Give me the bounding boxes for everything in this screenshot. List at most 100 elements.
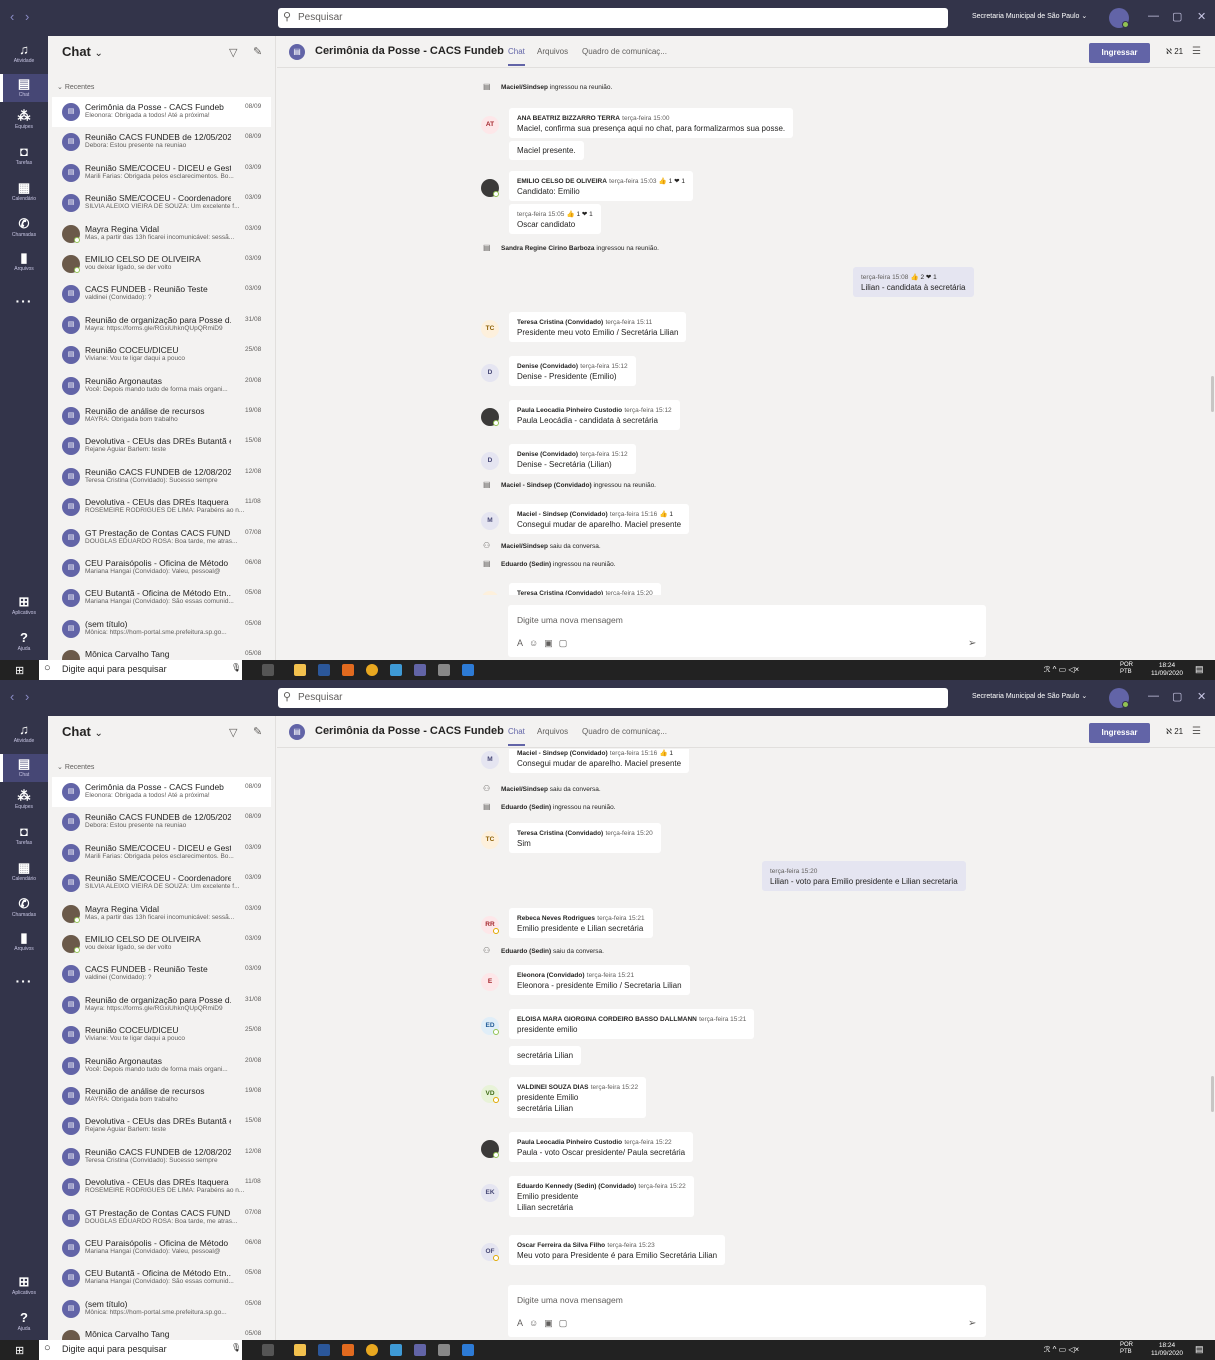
back-icon[interactable]: ‹ (10, 689, 14, 704)
app-icon[interactable] (438, 1344, 450, 1356)
scrollbar-thumb[interactable] (1211, 1076, 1214, 1112)
rail-item-aplicativos[interactable]: ⊞ Aplicativos (0, 1274, 48, 1302)
tab-arquivos[interactable]: Arquivos (537, 727, 568, 736)
send-icon[interactable]: ➢ (968, 638, 976, 649)
avatar[interactable]: EK (481, 1184, 499, 1202)
chat-list-item[interactable]: ▤ Reunião Argonautas Você: Depois mando tu… (52, 371, 271, 401)
chat-list-item[interactable]: ▤ Reunião SME/COCEU - DICEU e Gesto... Mar… (52, 838, 271, 868)
office-icon[interactable] (342, 664, 354, 676)
forward-icon[interactable]: › (25, 689, 29, 704)
participants-button[interactable]: ℵ 21 (1166, 727, 1183, 736)
avatar[interactable]: M (481, 512, 499, 530)
chat-list-title[interactable]: Chat ⌄ (62, 724, 103, 739)
message-bubble[interactable]: Rebeca Neves Rodrigues terça-feira 15:21… (509, 908, 653, 938)
maximize-icon[interactable]: ▢ (1172, 10, 1182, 23)
message-bubble[interactable]: Maciel presente. (509, 141, 584, 160)
chat-list-item[interactable]: ▤ Cerimônia da Posse - CACS Fundeb Eleonor… (52, 97, 271, 127)
chat-list-item[interactable]: ▤ Reunião de análise de recursos MAYRA: Ob… (52, 1081, 271, 1111)
join-button[interactable]: Ingressar (1089, 723, 1150, 743)
chat-list-item[interactable]: ▤ Devolutiva - CEUs das DREs Butantã e ..… (52, 431, 271, 461)
message-bubble[interactable]: Paula Leocadia Pinheiro Custodio terça-f… (509, 1132, 694, 1162)
microphone-icon[interactable]: 🎙 (231, 1343, 241, 1352)
chat-list-item[interactable]: EMILIO CELSO DE OLIVEIRA vou deixar ligad… (52, 249, 271, 279)
search-input[interactable]: ⚲ Pesquisar (278, 688, 948, 708)
avatar[interactable] (481, 1140, 499, 1158)
new-chat-icon[interactable]: ✎ (253, 725, 262, 738)
message-bubble[interactable]: Maciel - Sindsep (Convidado) terça-feira… (509, 749, 690, 773)
chat-list-item[interactable]: ▤ (sem título) Mônica: https://hom-portal.… (52, 1294, 271, 1324)
chat-list-item[interactable]: ▤ GT Prestação de Contas CACS FUNDE... DOU… (52, 523, 271, 553)
rail-item-equipes[interactable]: ⁂ Equipes (0, 788, 48, 816)
avatar[interactable]: TC (481, 831, 499, 849)
compose-box[interactable]: Digite uma nova mensagem A☺▣▢ ➢ (508, 1285, 986, 1337)
message-bubble[interactable]: Eduardo Kennedy (Sedin) (Convidado) terç… (509, 1176, 694, 1217)
more-apps-icon[interactable]: ··· (0, 293, 48, 309)
list-icon[interactable]: ☰ (1192, 46, 1201, 57)
rail-item-aplicativos[interactable]: ⊞ Aplicativos (0, 594, 48, 622)
compose-input[interactable]: Digite uma nova mensagem (517, 615, 623, 625)
section-recentes[interactable]: ⌄ Recentes (57, 83, 94, 91)
chat-list-item[interactable]: ▤ Reunião COCEU/DICEU Viviane: Vou te liga… (52, 340, 271, 370)
filter-icon[interactable]: ▽ (229, 726, 237, 739)
app2-icon[interactable] (462, 1344, 474, 1356)
message-bubble[interactable]: Teresa Cristina (Convidado) terça-feira … (509, 583, 661, 595)
gif-icon[interactable]: ▣ (544, 1318, 559, 1328)
chat-list-item[interactable]: ▤ Reunião de análise de recursos MAYRA: Ob… (52, 401, 271, 431)
chat-list-item[interactable]: ▤ Devolutiva - CEUs das DREs Butantã e ..… (52, 1111, 271, 1141)
chrome-icon[interactable] (366, 1344, 378, 1356)
notification-icon[interactable]: ▤ (1195, 1344, 1204, 1355)
tray-icons[interactable]: ℛ ^ ▭ ◁× (1044, 1345, 1079, 1354)
message-bubble[interactable]: Denise (Convidado) terça-feira 15:12 Den… (509, 356, 636, 386)
chat-list-item[interactable]: ▤ CEU Paraisópolis - Oficina de Método ..… (52, 553, 271, 583)
chat-list-item[interactable]: ▤ Reunião SME/COCEU - Coordenadore... SILV… (52, 188, 271, 218)
chat-list-item[interactable]: ▤ Devolutiva - CEUs das DREs Itaquera e..… (52, 1172, 271, 1202)
rail-item-ajuda[interactable]: ? Ajuda (0, 630, 48, 658)
chat-list-item[interactable]: ▤ CEU Paraisópolis - Oficina de Método ..… (52, 1233, 271, 1263)
avatar[interactable]: D (481, 364, 499, 382)
teams-icon[interactable] (414, 1344, 426, 1356)
avatar[interactable]: TC (481, 320, 499, 338)
join-button[interactable]: Ingressar (1089, 43, 1150, 63)
explorer-icon[interactable] (294, 664, 306, 676)
close-icon[interactable]: ✕ (1197, 690, 1206, 703)
tab-quadro[interactable]: Quadro de comunicaç... (582, 47, 667, 56)
message-bubble[interactable]: ELOISA MARA GIORGINA CORDEIRO BASSO DALL… (509, 1009, 755, 1039)
rail-item-chat[interactable]: ▤ Chat (0, 74, 48, 102)
avatar[interactable] (481, 408, 499, 426)
emoji-icon[interactable]: ☺ (529, 1318, 544, 1328)
forward-icon[interactable]: › (25, 9, 29, 24)
chat-list-item[interactable]: ▤ Cerimônia da Posse - CACS Fundeb Eleonor… (52, 777, 271, 807)
rail-item-tarefas[interactable]: ◘ Tarefas (0, 144, 48, 172)
rail-item-arquivos[interactable]: ▮ Arquivos (0, 250, 48, 278)
format-icon[interactable]: A (517, 638, 529, 648)
rail-item-chamadas[interactable]: ✆ Chamadas (0, 896, 48, 924)
rail-item-calendario[interactable]: ▦ Calendário (0, 180, 48, 208)
avatar[interactable]: M (481, 751, 499, 769)
chat-list-item[interactable]: ▤ CEU Butantã - Oficina de Método Etn... M… (52, 1263, 271, 1293)
language-indicator[interactable]: POR PTB (1120, 662, 1133, 676)
new-chat-icon[interactable]: ✎ (253, 45, 262, 58)
section-recentes[interactable]: ⌄ Recentes (57, 763, 94, 771)
message-bubble[interactable]: secretária Lilian (509, 1046, 582, 1065)
photos-icon[interactable] (390, 664, 402, 676)
chat-list-item[interactable]: ▤ Devolutiva - CEUs das DREs Itaquera e..… (52, 492, 271, 522)
tab-arquivos[interactable]: Arquivos (537, 47, 568, 56)
chat-list-title[interactable]: Chat ⌄ (62, 44, 103, 59)
taskbar-search[interactable]: ○ Digite aqui para pesquisar 🎙 (39, 660, 242, 680)
notification-icon[interactable]: ▤ (1195, 664, 1204, 675)
windows-start-icon[interactable]: ⊞ (15, 1344, 24, 1357)
rail-item-atividade[interactable]: ♫ Atividade (0, 42, 48, 72)
avatar[interactable]: ED (481, 1017, 499, 1035)
chat-list-item[interactable]: ▤ Reunião COCEU/DICEU Viviane: Vou te liga… (52, 1020, 271, 1050)
message-bubble[interactable]: Eleonora (Convidado) terça-feira 15:21 E… (509, 965, 690, 995)
chat-list-item[interactable]: ▤ Reunião SME/COCEU - DICEU e Gesto... Mar… (52, 158, 271, 188)
participants-button[interactable]: ℵ 21 (1166, 47, 1183, 56)
explorer-icon[interactable] (294, 1344, 306, 1356)
chat-list-item[interactable]: ▤ CACS FUNDEB - Reunião Teste valdinei (Co… (52, 279, 271, 309)
compose-box[interactable]: Digite uma nova mensagem A☺▣▢ ➢ (508, 605, 986, 657)
close-icon[interactable]: ✕ (1197, 10, 1206, 23)
chat-list-item[interactable]: ▤ Reunião CACS FUNDEB de 12/08/2020 Teresa… (52, 1142, 271, 1172)
own-message[interactable]: terça-feira 15:08 👍 2 ❤ 1 Lilian - candid… (853, 267, 974, 297)
avatar[interactable]: TC (481, 591, 499, 595)
app2-icon[interactable] (462, 664, 474, 676)
